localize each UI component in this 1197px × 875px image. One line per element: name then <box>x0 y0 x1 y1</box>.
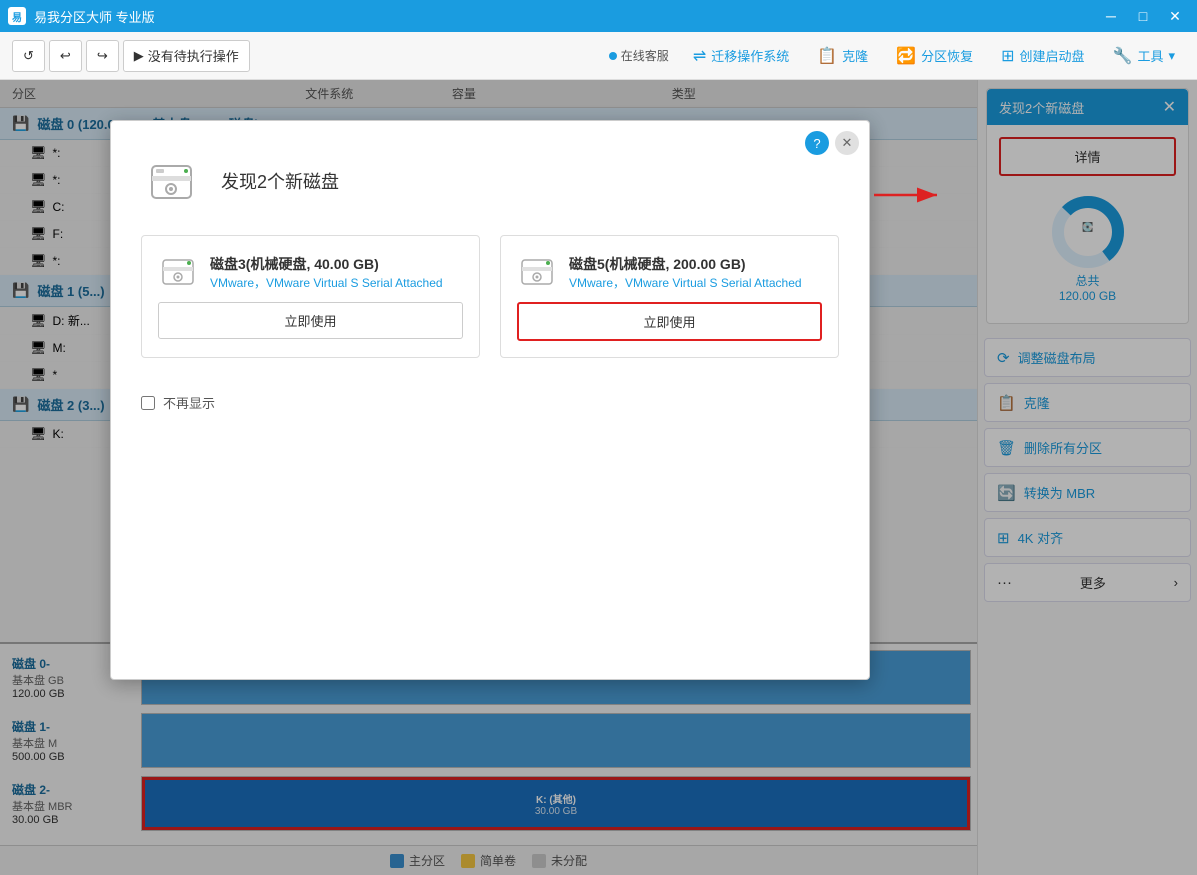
undo-button[interactable]: ↩ <box>49 40 82 72</box>
modal-close-button[interactable]: ✕ <box>835 131 859 155</box>
migrate-action[interactable]: ⇌ 迁移操作系统 <box>683 40 799 72</box>
no-ops-label: 没有待执行操作 <box>148 46 239 65</box>
restore-icon: 🔁 <box>896 46 916 66</box>
redo-button[interactable]: ↪ <box>86 40 119 72</box>
disk3-name: 磁盘3(机械硬盘, 40.00 GB) <box>210 254 443 274</box>
minimize-button[interactable]: ─ <box>1097 5 1125 27</box>
refresh-button[interactable]: ↺ <box>12 40 45 72</box>
modal-disk-icon <box>141 151 201 211</box>
modal-disks: 磁盘3(机械硬盘, 40.00 GB) VMware，VMware Virtua… <box>141 235 839 358</box>
disk3-card-info: 磁盘3(机械硬盘, 40.00 GB) VMware，VMware Virtua… <box>210 254 443 291</box>
disk3-icon-svg <box>159 253 197 291</box>
disk-icon-svg <box>144 154 199 209</box>
partition-restore-action[interactable]: 🔁 分区恢复 <box>886 40 983 72</box>
tools-action[interactable]: 🔧 工具 ▾ <box>1103 40 1185 72</box>
red-arrow <box>869 175 949 218</box>
play-icon: ▶ <box>134 48 144 64</box>
arrow-svg <box>869 175 949 215</box>
create-boot-action[interactable]: ⊞ 创建启动盘 <box>991 40 1094 72</box>
titlebar: 易 易我分区大师 专业版 ─ □ ✕ <box>0 0 1197 32</box>
disk5-use-now-button[interactable]: 立即使用 <box>517 302 822 341</box>
online-dot <box>609 52 617 60</box>
disk5-icon-svg <box>518 253 556 291</box>
app-title: 易我分区大师 专业版 <box>34 7 1097 26</box>
modal-footer: 不再显示 <box>141 378 839 412</box>
disk3-card: 磁盘3(机械硬盘, 40.00 GB) VMware，VMware Virtua… <box>141 235 480 358</box>
disk3-vendor: VMware，VMware Virtual S Serial Attached <box>210 274 443 291</box>
clone-icon: 📋 <box>817 46 837 66</box>
migrate-label: 迁移操作系统 <box>711 46 789 65</box>
disk5-card-icon <box>517 252 557 292</box>
toolbar: ↺ ↩ ↪ ▶ 没有待执行操作 在线客服 ⇌ 迁移操作系统 📋 克隆 🔁 分区恢… <box>0 32 1197 80</box>
titlebar-controls: ─ □ ✕ <box>1097 5 1189 27</box>
tools-dropdown-icon: ▾ <box>1168 48 1175 64</box>
disk5-card-info: 磁盘5(机械硬盘, 200.00 GB) VMware，VMware Virtu… <box>569 254 802 291</box>
support-label: 在线客服 <box>621 47 669 64</box>
disk3-use-now-button[interactable]: 立即使用 <box>158 302 463 339</box>
disk5-card-header: 磁盘5(机械硬盘, 200.00 GB) VMware，VMware Virtu… <box>517 252 822 292</box>
disk5-name: 磁盘5(机械硬盘, 200.00 GB) <box>569 254 802 274</box>
partition-restore-label: 分区恢复 <box>921 46 973 65</box>
tools-icon: 🔧 <box>1113 46 1133 66</box>
disk5-vendor: VMware，VMware Virtual S Serial Attached <box>569 274 802 291</box>
disk5-card: 磁盘5(机械硬盘, 200.00 GB) VMware，VMware Virtu… <box>500 235 839 358</box>
migrate-icon: ⇌ <box>693 46 706 66</box>
app-logo: 易 <box>8 7 26 25</box>
close-button[interactable]: ✕ <box>1161 5 1189 27</box>
modal-title: 发现2个新磁盘 <box>221 168 339 194</box>
no-show-checkbox[interactable] <box>141 396 155 410</box>
redo-icon: ↪ <box>97 48 108 64</box>
clone-action[interactable]: 📋 克隆 <box>807 40 878 72</box>
modal-dialog: ? ✕ 发现2个新磁盘 <box>110 120 870 680</box>
modal-top-icons: ? ✕ <box>805 131 859 155</box>
create-boot-label: 创建启动盘 <box>1020 46 1085 65</box>
modal-overlay[interactable]: ? ✕ 发现2个新磁盘 <box>0 80 1197 875</box>
no-show-label: 不再显示 <box>163 393 215 412</box>
disk3-card-icon <box>158 252 198 292</box>
maximize-button[interactable]: □ <box>1129 5 1157 27</box>
disk3-card-header: 磁盘3(机械硬盘, 40.00 GB) VMware，VMware Virtua… <box>158 252 463 292</box>
boot-icon: ⊞ <box>1001 46 1014 66</box>
clone-label: 克隆 <box>842 46 868 65</box>
refresh-icon: ↺ <box>23 48 34 64</box>
undo-icon: ↩ <box>60 48 71 64</box>
toolbar-right-actions: ⇌ 迁移操作系统 📋 克隆 🔁 分区恢复 ⊞ 创建启动盘 🔧 工具 ▾ <box>683 40 1185 72</box>
modal-help-button[interactable]: ? <box>805 131 829 155</box>
modal-header: 发现2个新磁盘 <box>141 151 839 211</box>
support-area: 在线客服 <box>609 47 669 64</box>
no-ops-button[interactable]: ▶ 没有待执行操作 <box>123 40 250 72</box>
tools-label: 工具 <box>1137 46 1163 65</box>
